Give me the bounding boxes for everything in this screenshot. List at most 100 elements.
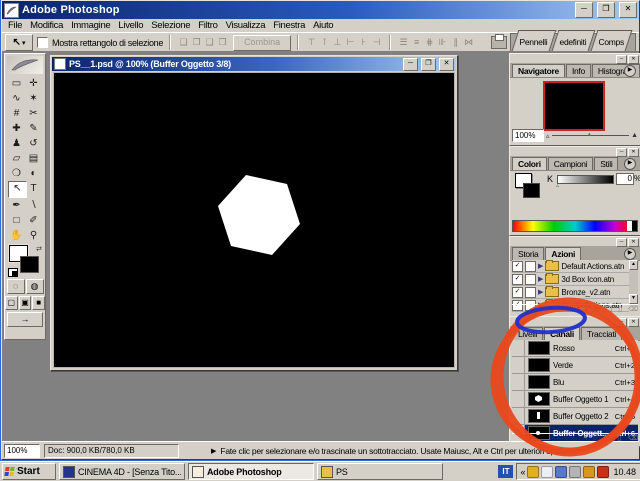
distribute-vcenter-icon[interactable]: ≡ <box>410 36 423 49</box>
fullscreen-button[interactable]: ■ <box>32 296 46 310</box>
distribute-left-icon[interactable]: ⊪ <box>436 36 449 49</box>
stop-icon[interactable]: ■ <box>574 305 578 315</box>
tab-navigatore[interactable]: Navigatore <box>512 64 565 77</box>
action-check-icon[interactable]: ✓ <box>512 286 523 298</box>
align-left-icon[interactable]: ⊢ <box>344 36 357 49</box>
jump-to-imageready-button[interactable]: → <box>7 312 43 327</box>
channel-rosso[interactable]: Rosso Ctrl+1 <box>512 340 638 357</box>
brush-tool[interactable]: ✎ <box>25 121 42 136</box>
line-tool[interactable]: ∖ <box>25 198 42 213</box>
menu-item[interactable]: Visualizza <box>222 20 270 31</box>
palette-close-icon[interactable]: ✕ <box>628 147 639 157</box>
well-tab-strumenti-predefiniti[interactable]: edefiniti <box>551 30 595 51</box>
palette-minimize-icon[interactable]: ─ <box>616 317 627 327</box>
standard-screen-button[interactable]: ▢ <box>5 296 18 310</box>
gradient-tool[interactable]: ▤ <box>25 151 42 166</box>
add-shape-icon[interactable]: ❏ <box>177 36 190 49</box>
clone-stamp-tool[interactable]: ♟ <box>8 136 25 151</box>
menu-item[interactable]: Finestra <box>269 20 309 31</box>
zoom-slider[interactable]: ▲ <box>551 132 630 138</box>
background-color-swatch[interactable] <box>20 256 39 273</box>
action-set-row[interactable]: ✓ ▶ 3d Box Icon.atn <box>512 273 629 286</box>
file-browser-icon[interactable] <box>491 34 508 49</box>
canvas[interactable] <box>53 72 455 368</box>
magic-wand-tool[interactable]: ✶ <box>25 91 42 106</box>
palette-close-icon[interactable]: ✕ <box>628 237 639 247</box>
palette-minimize-icon[interactable]: ─ <box>616 147 627 157</box>
menu-item[interactable]: Selezione <box>147 20 194 31</box>
eye-icon[interactable] <box>512 340 525 356</box>
tray-icon-error[interactable] <box>555 465 568 478</box>
current-tool-button[interactable]: ↖ ▾ <box>5 34 33 51</box>
channel-verde[interactable]: Verde Ctrl+2 <box>512 357 638 374</box>
minimize-icon[interactable]: ─ <box>575 2 593 18</box>
zoom-out-icon[interactable]: ▵ <box>546 132 550 140</box>
new-set-icon[interactable]: ❏ <box>606 305 612 315</box>
well-tab-pennelli[interactable]: Pennelli <box>511 30 557 51</box>
action-dialog-toggle[interactable] <box>525 260 536 272</box>
fullscreen-menubar-button[interactable]: ▣ <box>18 296 32 310</box>
document-title-bar[interactable]: PS__1.psd @ 100% (Buffer Oggetto 3/8) ─ … <box>52 57 456 71</box>
combine-button[interactable]: Combina <box>233 34 292 51</box>
type-tool[interactable]: T <box>25 181 42 196</box>
palette-close-icon[interactable]: ✕ <box>628 54 639 64</box>
actions-scrollbar[interactable]: ▲ ▼ <box>629 260 638 304</box>
scroll-up-icon[interactable]: ▲ <box>629 260 638 270</box>
task-cinema4d[interactable]: CINEMA 4D - [Senza Tito... <box>59 463 185 480</box>
channel-blu[interactable]: Blu Ctrl+3 <box>512 374 638 391</box>
tab-livelli[interactable]: Livelli <box>512 327 544 340</box>
document-size-indicator[interactable]: Doc: 900,0 KB/780,0 KB <box>44 443 179 458</box>
pen-tool[interactable]: ✒ <box>8 198 25 213</box>
tab-azioni[interactable]: Azioni <box>545 247 582 260</box>
tab-storia[interactable]: Storia <box>512 247 545 260</box>
action-dialog-toggle[interactable] <box>525 273 536 285</box>
action-set-row[interactable]: ✓ ▶ Bronze_v2.atn <box>512 286 629 299</box>
healing-brush-tool[interactable]: ✚ <box>8 121 25 136</box>
action-check-icon[interactable]: ✓ <box>512 273 523 285</box>
channel-buffer-oggetto-2[interactable]: Buffer Oggetto 2 Ctrl+5 <box>512 408 638 425</box>
zoom-slider-thumb[interactable]: ▲ <box>586 132 592 138</box>
task-ps-folder[interactable]: PS <box>317 463 443 480</box>
tray-icon-hand[interactable] <box>527 465 540 478</box>
maximize-icon[interactable]: ❐ <box>597 2 615 18</box>
color-spectrum-ramp[interactable] <box>512 220 638 232</box>
distribute-right-icon[interactable]: ⋈ <box>462 36 475 49</box>
new-action-icon[interactable]: ▯ <box>618 305 622 315</box>
palette-menu-icon[interactable]: ▶ <box>624 65 636 77</box>
menu-item[interactable]: Livello <box>114 20 147 31</box>
align-hcenter-icon[interactable]: ⊦ <box>357 36 370 49</box>
expand-triangle-icon[interactable]: ▶ <box>538 275 543 283</box>
tab-info[interactable]: Info <box>565 64 591 77</box>
menu-item[interactable]: Modifica <box>26 20 67 31</box>
align-bottom-icon[interactable]: ⊥ <box>331 36 344 49</box>
slice-tool[interactable]: ✂ <box>25 106 42 121</box>
doc-minimize-icon[interactable]: ─ <box>403 57 418 71</box>
tray-icon-cinema4d[interactable] <box>597 465 610 478</box>
default-colors-icon[interactable] <box>8 268 18 277</box>
action-dialog-toggle[interactable] <box>525 286 536 298</box>
zoom-tool[interactable]: ⚲ <box>25 228 42 243</box>
move-tool[interactable]: ✛ <box>25 76 42 91</box>
play-icon[interactable]: ▶ <box>595 305 600 315</box>
palette-menu-icon[interactable]: ▶ <box>624 158 636 170</box>
tab-stili[interactable]: Stili <box>594 157 619 170</box>
menu-item[interactable]: Aiuto <box>309 20 337 31</box>
history-brush-tool[interactable]: ↺ <box>25 136 42 151</box>
show-bounds-checkbox[interactable] <box>37 37 48 48</box>
hand-tool[interactable]: ✋ <box>8 228 25 243</box>
subtract-shape-icon[interactable]: ❐ <box>190 36 203 49</box>
align-top-icon[interactable]: ⊤ <box>305 36 318 49</box>
close-icon[interactable]: ✕ <box>619 2 637 18</box>
status-zoom-field[interactable]: 100% <box>4 443 40 458</box>
eyedropper-tool[interactable]: ✐ <box>25 213 42 228</box>
align-vcenter-icon[interactable]: ⊺ <box>318 36 331 49</box>
scroll-down-icon[interactable]: ▼ <box>629 294 638 304</box>
distribute-hcenter-icon[interactable]: ∥ <box>449 36 462 49</box>
tab-colori[interactable]: Colori <box>512 157 547 170</box>
blur-tool[interactable]: ❍ <box>8 166 25 181</box>
k-slider[interactable] <box>557 175 614 184</box>
channel-buffer-oggetto-1[interactable]: Buffer Oggetto 1 Ctrl+4 <box>512 391 638 408</box>
record-icon[interactable]: ● <box>584 305 588 315</box>
delete-icon[interactable]: ⌫ <box>628 305 638 315</box>
distribute-bottom-icon[interactable]: ⋕ <box>423 36 436 49</box>
